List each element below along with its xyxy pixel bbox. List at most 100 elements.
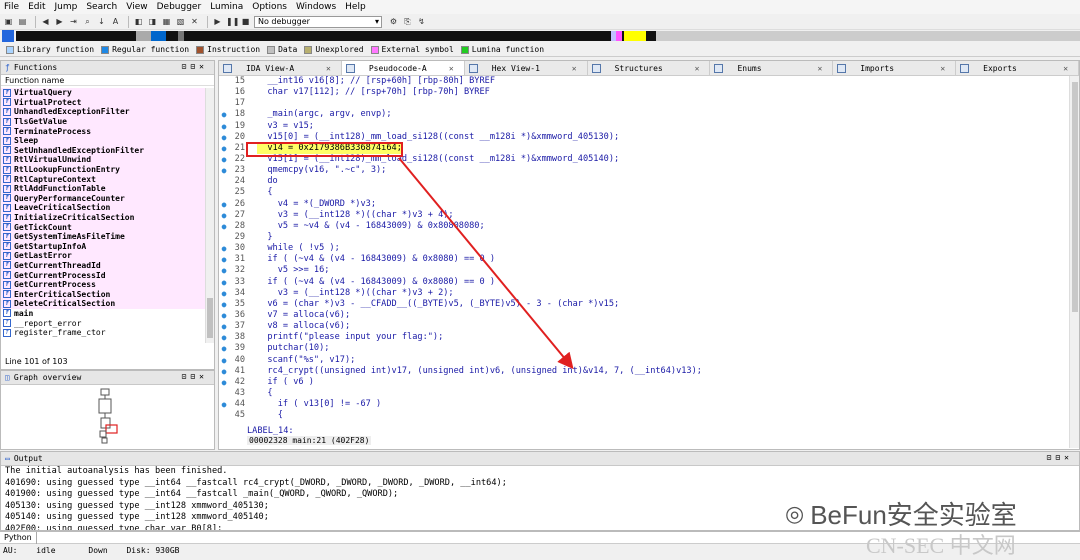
code-line[interactable]: ● 27 v3 = (__int128 *)((char *)v3 + 4); — [219, 210, 1069, 221]
code-icon[interactable]: ◨ — [147, 16, 158, 27]
breakpoint-dot-icon[interactable]: ● — [219, 254, 229, 265]
function-item[interactable]: f UnhandledExceptionFilter — [1, 107, 206, 117]
breakpoint-dot-icon[interactable] — [219, 388, 229, 399]
function-item[interactable]: f GetCurrentThreadId — [1, 260, 206, 271]
data-icon[interactable]: ▦ — [161, 16, 172, 27]
debug-attach-icon[interactable]: ⎘ — [402, 16, 413, 27]
breakpoint-dot-icon[interactable]: ● — [219, 277, 229, 288]
breakpoint-dot-icon[interactable]: ● — [219, 343, 229, 354]
code-line[interactable]: 25 { — [219, 187, 1069, 198]
close-icon[interactable]: ✕ — [695, 64, 700, 73]
pseudocode-view[interactable]: 15 __int16 v16[8]; // [rsp+60h] [rbp-80h… — [219, 76, 1069, 436]
tab-ida-view-a[interactable]: IDA View-A ✕ — [219, 61, 342, 75]
code-line[interactable]: ● 44 if ( v13[0] != -67 ) — [219, 399, 1069, 410]
breakpoint-dot-icon[interactable]: ● — [219, 143, 229, 154]
code-line[interactable]: ● 23 qmemcpy(v16, ".~c", 3); — [219, 165, 1069, 176]
menu-windows[interactable]: Windows — [296, 2, 336, 12]
code-line[interactable]: ● 35 v6 = (char *)v3 - __CFADD__((_BYTE)v… — [219, 299, 1069, 310]
code-line[interactable]: ● 39 putchar(10); — [219, 343, 1069, 354]
menu-edit[interactable]: Edit — [28, 2, 45, 12]
code-line[interactable]: ● 37 v8 = alloca(v6); — [219, 321, 1069, 332]
down-arrow-icon[interactable]: ↓ — [96, 16, 107, 27]
function-item[interactable]: f InitializeCriticalSection — [1, 212, 206, 223]
code-line[interactable]: ● 40 scanf("%s", v17); — [219, 355, 1069, 366]
menu-debugger[interactable]: Debugger — [157, 2, 202, 12]
code-line[interactable]: ● 26 v4 = *(_DWORD *)v3; — [219, 199, 1069, 210]
code-line[interactable]: 17 — [219, 98, 1069, 109]
save-icon[interactable]: ▤ — [17, 16, 28, 27]
breakpoint-dot-icon[interactable] — [219, 87, 229, 98]
breakpoint-dot-icon[interactable]: ● — [219, 399, 229, 410]
graph-overview-canvas[interactable] — [1, 385, 214, 449]
tab-exports[interactable]: Exports ✕ — [956, 61, 1080, 75]
function-item[interactable]: f GetSystemTimeAsFileTime — [1, 231, 206, 242]
function-name-column-header[interactable]: Function name — [1, 75, 214, 86]
search-icon[interactable]: ⌕ — [82, 16, 93, 27]
code-line[interactable]: ● 30 while ( !v5 ); — [219, 243, 1069, 254]
code-line[interactable]: ● 36 v7 = alloca(v6); — [219, 310, 1069, 321]
close-icon[interactable]: ✕ — [189, 16, 200, 27]
code-line[interactable]: ● 19 v3 = v15; — [219, 121, 1069, 132]
nav-band-settings-icon[interactable] — [2, 30, 14, 42]
breakpoint-dot-icon[interactable]: ● — [219, 243, 229, 254]
breakpoint-dot-icon[interactable]: ● — [219, 132, 229, 143]
breakpoint-dot-icon[interactable]: ● — [219, 265, 229, 276]
function-item[interactable]: f __report_error — [1, 318, 206, 328]
tab-hex-view-1[interactable]: Hex View-1 ✕ — [465, 61, 588, 75]
close-icon[interactable]: ✕ — [1063, 64, 1068, 73]
breakpoint-dot-icon[interactable]: ● — [219, 366, 229, 377]
debug-options-icon[interactable]: ⚙ — [388, 16, 399, 27]
function-item[interactable]: f VirtualQuery — [1, 88, 206, 98]
code-line[interactable]: ● 33 if ( (~v4 & (v4 - 16843009) & 0x8080… — [219, 277, 1069, 288]
function-item[interactable]: f register_frame_ctor — [1, 327, 206, 338]
function-list[interactable]: f VirtualQuery f VirtualProtect f UnhandledEx… — [1, 88, 206, 343]
graph-icon[interactable]: ◧ — [133, 16, 144, 27]
jump-icon[interactable]: ⇥ — [68, 16, 79, 27]
code-line[interactable]: ● 28 v5 = ~v4 & (v4 - 16843009) & 0x80808… — [219, 221, 1069, 232]
breakpoint-dot-icon[interactable] — [219, 232, 229, 243]
breakpoint-dot-icon[interactable]: ● — [219, 288, 229, 299]
debugger-select[interactable]: No debugger — [254, 15, 382, 28]
pause-icon[interactable]: ❚❚ — [226, 16, 239, 27]
breakpoint-dot-icon[interactable] — [219, 176, 229, 187]
code-line[interactable]: 43 { — [219, 388, 1069, 399]
function-item[interactable]: f RtlAddFunctionTable — [1, 183, 206, 194]
breakpoint-dot-icon[interactable]: ● — [219, 321, 229, 332]
menu-lumina[interactable]: Lumina — [210, 2, 243, 12]
breakpoint-dot-icon[interactable] — [219, 76, 229, 87]
code-line[interactable]: ● 18 _main(argc, argv, envp); — [219, 109, 1069, 120]
menu-file[interactable]: File — [4, 2, 19, 12]
navigation-band[interactable] — [0, 30, 1080, 42]
struct-icon[interactable]: ▧ — [175, 16, 186, 27]
code-line[interactable]: ● 38 printf("please input your flag:"); — [219, 332, 1069, 343]
code-line[interactable]: ● 32 v5 >>= 16; — [219, 265, 1069, 276]
close-icon[interactable]: ✕ — [326, 64, 331, 73]
tab-imports[interactable]: Imports ✕ — [833, 61, 957, 75]
tab-pseudocode-a[interactable]: Pseudocode-A ✕ — [341, 61, 465, 75]
back-icon[interactable]: ◀ — [40, 16, 51, 27]
breakpoint-dot-icon[interactable]: ● — [219, 377, 229, 388]
forward-icon[interactable]: ▶ — [54, 16, 65, 27]
tab-structures[interactable]: Structures ✕ — [588, 61, 711, 75]
function-item[interactable]: f Sleep — [1, 135, 206, 146]
function-item[interactable]: f LeaveCriticalSection — [1, 203, 206, 213]
close-icon[interactable]: ✕ — [449, 64, 454, 73]
panel-controls[interactable]: ⊡⊟✕ — [182, 372, 208, 381]
nav-band-bar[interactable] — [16, 31, 1080, 41]
breakpoint-dot-icon[interactable] — [219, 98, 229, 109]
menu-options[interactable]: Options — [252, 2, 287, 12]
menu-jump[interactable]: Jump — [55, 2, 78, 12]
code-line[interactable]: ● 41 rc4_crypt((unsigned int)v17, (unsign… — [219, 366, 1069, 377]
panel-controls[interactable]: ⊡⊟✕ — [182, 62, 208, 71]
function-item[interactable]: f GetLastError — [1, 251, 206, 261]
breakpoint-dot-icon[interactable] — [219, 187, 229, 198]
breakpoint-dot-icon[interactable]: ● — [219, 121, 229, 132]
function-item[interactable]: f VirtualProtect — [1, 97, 206, 108]
function-item[interactable]: f SetUnhandledExceptionFilter — [1, 145, 206, 156]
tab-enums[interactable]: Enums ✕ — [710, 61, 834, 75]
breakpoint-dot-icon[interactable]: ● — [219, 199, 229, 210]
breakpoint-dot-icon[interactable]: ● — [219, 221, 229, 232]
graph-minimap[interactable] — [1, 385, 214, 449]
panel-controls[interactable]: ⊡⊟✕ — [1047, 453, 1073, 462]
breakpoint-dot-icon[interactable]: ● — [219, 109, 229, 120]
